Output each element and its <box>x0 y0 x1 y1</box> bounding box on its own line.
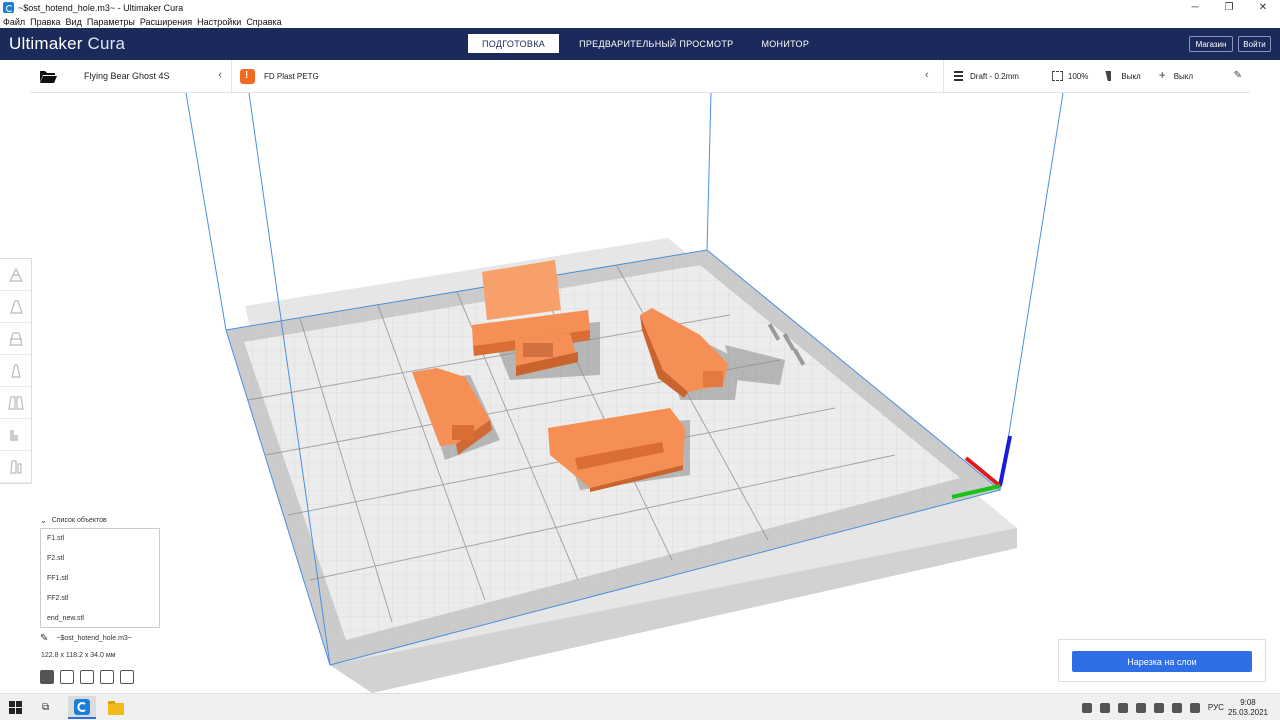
view-3d-icon[interactable] <box>40 670 54 684</box>
open-file-button[interactable] <box>33 60 63 92</box>
support-blocker-icon <box>9 429 18 441</box>
view-top-icon[interactable] <box>80 670 94 684</box>
pencil-icon[interactable]: ✎ <box>1234 70 1242 81</box>
view-left-icon[interactable] <box>100 670 114 684</box>
infill-icon <box>1051 71 1063 81</box>
menu-file[interactable]: Файл <box>0 17 27 27</box>
object-list-header[interactable]: ⌄ Список объектов <box>40 514 162 526</box>
windows-start-icon[interactable] <box>9 701 22 714</box>
view-front-icon[interactable] <box>60 670 74 684</box>
app-header: Ultimaker Cura ПОДГОТОВКА ПРЕДВАРИТЕЛЬНЫ… <box>0 28 1280 60</box>
volume-icon[interactable] <box>1189 702 1200 713</box>
menu-preferences[interactable]: Настройки <box>194 17 243 27</box>
list-item[interactable]: F2.stl <box>41 549 159 569</box>
3d-viewport[interactable] <box>0 92 1280 693</box>
infill-item: 100% <box>1051 71 1088 81</box>
list-item[interactable]: end_new.stl <box>41 609 159 629</box>
cura-logo-icon <box>3 2 14 13</box>
menu-view[interactable]: Вид <box>63 17 84 27</box>
maximize-icon[interactable]: ❐ <box>1212 0 1246 15</box>
windows-taskbar: ⧉ РУС 9:08 25.03.2021 <box>0 693 1280 720</box>
scale-icon <box>9 299 23 314</box>
task-view-icon[interactable]: ⧉ <box>42 702 49 713</box>
material-selector[interactable]: FD Plast PETG <box>240 60 400 92</box>
menu-extensions[interactable]: Расширения <box>137 17 194 27</box>
per-model-settings-icon <box>7 395 24 410</box>
login-button[interactable]: Войти <box>1238 36 1271 52</box>
material-warning-icon <box>240 68 255 84</box>
window-controls: ─ ❐ ✕ <box>1178 0 1280 15</box>
extra-tool[interactable] <box>0 451 31 483</box>
object-list-box: F1.stl F2.stl FF1.stl FF2.stl end_new.st… <box>40 528 160 628</box>
rotate-icon <box>8 331 23 346</box>
model-tools <box>0 258 32 484</box>
window-titlebar: ~$ost_hotend_hole.m3~ - Ultimaker Cura ─… <box>0 0 1280 15</box>
store-button[interactable]: Магазин <box>1189 36 1233 52</box>
tab-prepare[interactable]: ПОДГОТОВКА <box>468 34 560 53</box>
menu-bar: Файл Правка Вид Параметры Расширения Нас… <box>0 15 1280 28</box>
build-plate-scene[interactable] <box>0 92 1280 693</box>
app-logo: Ultimaker Cura <box>9 34 126 53</box>
mirror-tool[interactable] <box>0 355 31 387</box>
language-indicator[interactable]: РУС <box>1208 703 1224 712</box>
slice-panel: Нарезка на слои <box>1058 639 1266 682</box>
stage-tabs: ПОДГОТОВКА ПРЕДВАРИТЕЛЬНЫЙ ПРОСМОТР МОНИ… <box>468 34 823 53</box>
system-tray: РУС 9:08 25.03.2021 <box>1081 694 1268 720</box>
chevron-down-icon: ⌄ <box>40 515 47 525</box>
cura-window: ~$ost_hotend_hole.m3~ - Ultimaker Cura ─… <box>0 0 1280 720</box>
printer-name: Flying Bear Ghost 4S <box>84 71 170 81</box>
mirror-icon <box>10 363 21 378</box>
tray-app-icon[interactable] <box>1099 702 1110 713</box>
view-right-icon[interactable] <box>120 670 134 684</box>
support-icon <box>1105 71 1116 81</box>
slice-button[interactable]: Нарезка на слои <box>1072 651 1252 672</box>
list-item[interactable]: FF1.stl <box>41 569 159 589</box>
material-name: FD Plast PETG <box>264 71 319 81</box>
object-list: ⌄ Список объектов F1.stl F2.stl FF1.stl F… <box>40 514 162 628</box>
close-icon[interactable]: ✕ <box>1246 0 1280 15</box>
chevron-left-icon[interactable]: ‹ <box>925 69 929 81</box>
printer-selector[interactable]: Flying Bear Ghost 4S ‹ <box>72 60 232 92</box>
project-name: ✎ ~$ost_hotend_hole.m3~ <box>40 633 132 644</box>
print-settings-selector[interactable]: Draft - 0.2mm 100% Выкл Выкл ✎ <box>943 60 1250 92</box>
window-title: ~$ost_hotend_hole.m3~ - Ultimaker Cura <box>18 2 184 13</box>
support-blocker-tool[interactable] <box>0 419 31 451</box>
profile-icon <box>954 71 965 81</box>
network-icon[interactable] <box>1171 702 1182 713</box>
z-axis <box>998 435 1012 487</box>
project-dimensions: 122.8 x 118.2 x 34.0 мм <box>41 652 116 659</box>
cura-app-icon[interactable] <box>68 696 96 719</box>
tray-app-icon[interactable] <box>1153 702 1164 713</box>
layer-tool-icon <box>9 459 22 474</box>
adhesion-item: Выкл <box>1158 68 1193 82</box>
rotate-tool[interactable] <box>0 323 31 355</box>
tab-preview[interactable]: ПРЕДВАРИТЕЛЬНЫЙ ПРОСМОТР <box>565 34 747 53</box>
steam-icon[interactable] <box>1081 702 1092 713</box>
clock[interactable]: 9:08 25.03.2021 <box>1228 698 1268 718</box>
menu-help[interactable]: Справка <box>243 17 283 27</box>
adhesion-icon <box>1158 68 1169 82</box>
explorer-icon[interactable] <box>102 696 130 719</box>
support-item: Выкл <box>1105 71 1140 81</box>
profile-item: Draft - 0.2mm <box>954 71 1019 81</box>
scale-tool[interactable] <box>0 291 31 323</box>
tray-app-icon[interactable] <box>1117 702 1128 713</box>
per-model-settings-tool[interactable] <box>0 387 31 419</box>
move-icon <box>8 267 23 282</box>
chevron-left-icon: ‹ <box>218 69 222 81</box>
move-tool[interactable] <box>0 259 31 291</box>
pencil-icon[interactable]: ✎ <box>40 633 48 644</box>
list-item[interactable]: FF2.stl <box>41 589 159 609</box>
tray-app-icon[interactable] <box>1135 702 1146 713</box>
menu-settings[interactable]: Параметры <box>84 17 137 27</box>
minimize-icon[interactable]: ─ <box>1178 0 1212 15</box>
view-orientation-buttons <box>40 670 140 684</box>
menu-edit[interactable]: Правка <box>27 17 62 27</box>
list-item[interactable]: F1.stl <box>41 529 159 549</box>
folder-open-icon <box>40 71 57 83</box>
tab-monitor[interactable]: МОНИТОР <box>747 34 823 53</box>
